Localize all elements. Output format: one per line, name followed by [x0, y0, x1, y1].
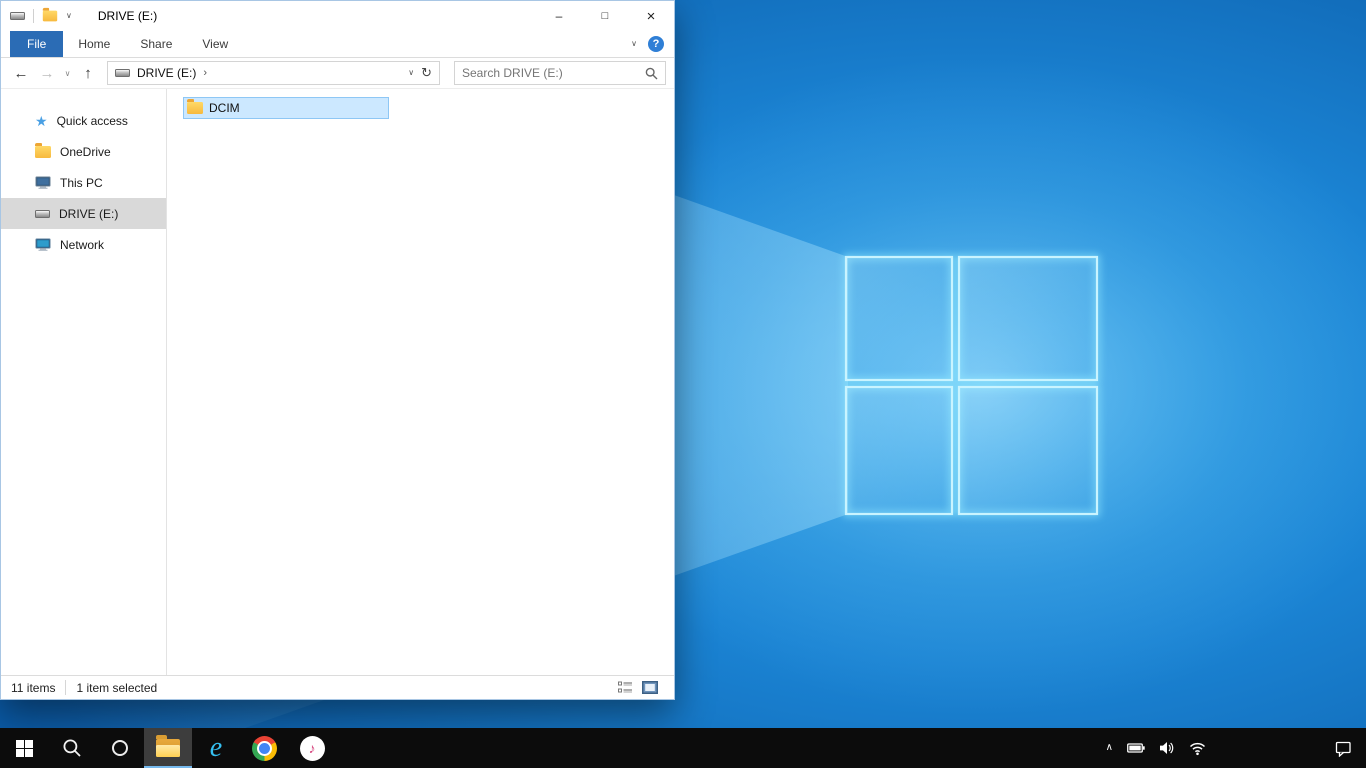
search-input[interactable] — [462, 66, 645, 80]
tab-home[interactable]: Home — [63, 31, 125, 57]
up-button[interactable]: ↑ — [76, 66, 100, 81]
taskbar-internet-explorer[interactable]: e — [192, 728, 240, 768]
expand-ribbon-chevron-icon[interactable]: ∨ — [631, 40, 637, 48]
sidebar-item-network[interactable]: Network — [1, 229, 166, 260]
file-item-dcim[interactable]: DCIM — [183, 97, 389, 119]
windows-start-icon — [15, 739, 33, 757]
search-box[interactable] — [454, 61, 666, 85]
sidebar-item-label: OneDrive — [60, 144, 111, 159]
desktop: ∨ DRIVE (E:) – □ × File Home Share View … — [0, 0, 1366, 768]
breadcrumb-separator-icon[interactable]: › — [203, 67, 207, 79]
tab-file[interactable]: File — [10, 31, 64, 57]
window-drive-icon — [10, 12, 25, 20]
help-icon[interactable]: ? — [648, 36, 664, 52]
network-icon — [35, 238, 51, 251]
pc-icon — [35, 176, 51, 189]
sidebar-item-label: This PC — [60, 175, 103, 190]
navigation-pane: ★ Quick access OneDrive This PC DRIVE (E… — [1, 89, 167, 675]
itunes-icon: ♪ — [299, 735, 325, 761]
taskbar-search-button[interactable] — [48, 728, 96, 768]
back-button[interactable]: ← — [9, 66, 33, 81]
onedrive-icon — [35, 142, 51, 158]
tab-share[interactable]: Share — [125, 31, 187, 57]
details-view-button[interactable] — [615, 679, 635, 697]
forward-button[interactable]: → — [35, 66, 59, 81]
quick-access-toolbar: ∨ — [1, 7, 72, 23]
taskbar-itunes[interactable]: ♪ — [288, 728, 336, 768]
maximize-button[interactable]: □ — [582, 1, 628, 31]
separator — [33, 9, 34, 23]
sidebar-item-quick-access[interactable]: ★ Quick access — [1, 105, 166, 136]
sidebar-item-this-pc[interactable]: This PC — [1, 167, 166, 198]
large-icons-view-button[interactable] — [640, 679, 660, 697]
file-explorer-icon — [156, 735, 180, 757]
selection-count: 1 item selected — [76, 680, 158, 695]
folder-icon — [187, 99, 203, 114]
start-button[interactable] — [0, 728, 48, 768]
chrome-icon — [251, 735, 277, 761]
quick-access-star-icon: ★ — [35, 112, 48, 129]
action-center-icon — [1335, 741, 1351, 757]
battery-icon[interactable] — [1127, 740, 1145, 756]
internet-explorer-icon: e — [209, 732, 223, 763]
sidebar-item-label: Quick access — [56, 113, 128, 128]
hidden-icons-chevron-icon[interactable]: ∧ — [1106, 743, 1113, 753]
window-title: DRIVE (E:) — [97, 9, 158, 23]
separator — [65, 680, 67, 695]
sidebar-item-drive-e[interactable]: DRIVE (E:) — [1, 198, 166, 229]
cortana-button[interactable] — [96, 728, 144, 768]
search-icon — [645, 67, 658, 79]
customize-toolbar-chevron-icon[interactable]: ∨ — [66, 12, 72, 20]
navigation-bar: ← → ∨ ↑ DRIVE (E:) › ∨ ↻ — [1, 58, 674, 89]
file-explorer-window: ∨ DRIVE (E:) – □ × File Home Share View … — [0, 0, 675, 700]
sidebar-item-onedrive[interactable]: OneDrive — [1, 136, 166, 167]
taskbar-chrome[interactable] — [240, 728, 288, 768]
ribbon-tabs: File Home Share View ∨ ? — [1, 31, 674, 58]
sidebar-item-label: Network — [60, 237, 105, 252]
items-count: 11 items — [11, 680, 56, 695]
drive-icon — [35, 209, 50, 218]
new-folder-icon[interactable] — [42, 7, 58, 22]
volume-icon[interactable] — [1159, 740, 1175, 756]
wifi-icon[interactable] — [1189, 740, 1206, 756]
file-list[interactable]: DCIM — [167, 89, 674, 675]
breadcrumb-item[interactable]: DRIVE (E:) — [137, 66, 196, 80]
refresh-icon[interactable]: ↻ — [421, 65, 432, 81]
action-center-button[interactable] — [1320, 728, 1366, 768]
tab-view[interactable]: View — [187, 31, 243, 57]
sidebar-item-label: DRIVE (E:) — [59, 206, 119, 221]
address-bar[interactable]: DRIVE (E:) › ∨ ↻ — [107, 61, 440, 85]
caption-buttons: – □ × — [536, 1, 674, 31]
search-icon — [63, 739, 81, 757]
taskbar-file-explorer[interactable] — [144, 728, 192, 768]
title-bar[interactable]: ∨ DRIVE (E:) – □ × — [1, 1, 674, 31]
status-bar: 11 items 1 item selected — [1, 675, 674, 699]
cortana-icon — [112, 740, 128, 756]
address-dropdown-chevron-icon[interactable]: ∨ — [408, 69, 414, 77]
system-tray: ∧ — [1106, 728, 1214, 768]
details-view-icon — [617, 681, 632, 693]
taskbar: e ♪ ∧ — [0, 728, 1366, 768]
file-item-label: DCIM — [209, 101, 240, 115]
minimize-button[interactable]: – — [536, 1, 582, 31]
recent-locations-chevron-icon[interactable]: ∨ — [61, 69, 74, 78]
close-button[interactable]: × — [628, 1, 674, 31]
drive-icon — [115, 69, 130, 77]
music-note-icon: ♪ — [308, 740, 316, 756]
large-icons-view-icon — [642, 681, 658, 694]
